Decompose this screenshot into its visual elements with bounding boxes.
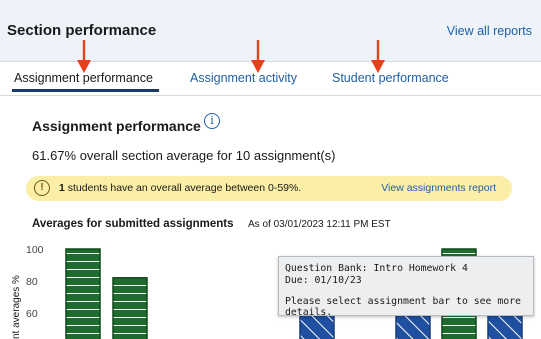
assignment-bar[interactable]	[112, 277, 148, 339]
tab-assignment-activity[interactable]: Assignment activity	[190, 71, 297, 85]
arrow-down-icon	[371, 40, 385, 73]
alert-text: students have an overall average between…	[64, 182, 302, 194]
low-average-alert: ! 1 students have an overall average bet…	[26, 176, 512, 201]
view-all-reports-link[interactable]: View all reports	[447, 24, 532, 38]
info-icon[interactable]: i	[204, 113, 220, 129]
tooltip-hint: Please select assignment bar to see more…	[285, 296, 521, 318]
section-average-summary: 61.67% overall section average for 10 as…	[32, 148, 336, 163]
y-axis-label: nt averages %	[11, 275, 22, 339]
tooltip-due-date: Due: 01/10/23	[285, 275, 362, 286]
y-tick-label: 100	[26, 244, 44, 256]
view-assignments-report-link[interactable]: View assignments report	[381, 182, 496, 194]
assignment-bar[interactable]	[65, 248, 101, 339]
section-heading: Assignment performance	[32, 118, 201, 134]
tab-student-performance[interactable]: Student performance	[332, 71, 449, 85]
tooltip-assignment-name: Question Bank: Intro Homework 4	[285, 263, 468, 274]
arrow-down-icon	[77, 40, 91, 73]
page-title: Section performance	[7, 22, 157, 39]
chart-timestamp: As of 03/01/2023 12:11 PM EST	[248, 219, 391, 230]
active-tab-indicator	[12, 89, 159, 92]
warning-icon: !	[34, 180, 50, 196]
chart-title: Averages for submitted assignments	[32, 218, 234, 230]
alert-message: 1 students have an overall average betwe…	[59, 182, 301, 194]
y-tick-label: 80	[26, 276, 38, 288]
y-tick-label: 60	[26, 308, 38, 320]
assignment-tooltip: Question Bank: Intro Homework 4 Due: 01/…	[278, 256, 534, 318]
arrow-down-icon	[251, 40, 265, 73]
